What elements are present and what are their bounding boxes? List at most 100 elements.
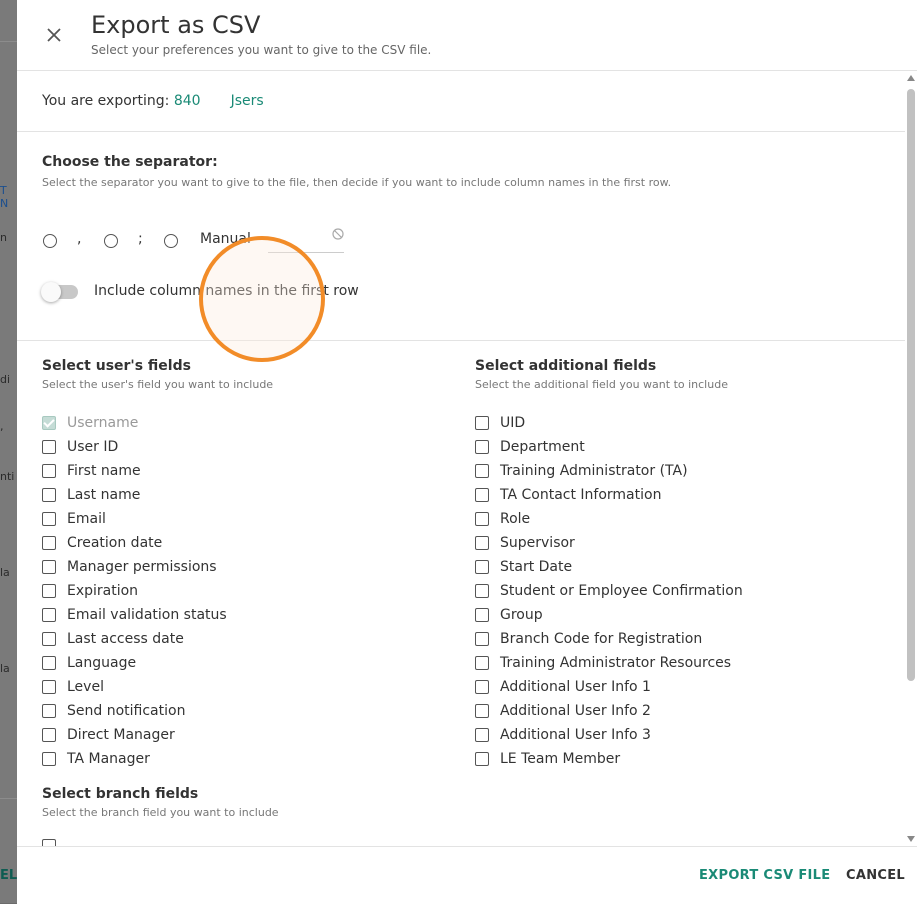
checkbox[interactable]	[475, 704, 489, 718]
user-field-row[interactable]: Language	[42, 653, 136, 673]
clear-icon[interactable]	[332, 228, 344, 240]
checkbox[interactable]	[42, 704, 56, 718]
user-field-row[interactable]: First name	[42, 461, 141, 481]
cancel-button[interactable]: CANCEL	[846, 868, 905, 883]
dialog-footer: EXPORT CSV FILE CANCEL	[17, 846, 917, 904]
scroll-down-icon[interactable]	[907, 836, 915, 842]
radio-comma[interactable]	[43, 234, 57, 248]
checkbox[interactable]	[475, 416, 489, 430]
checkbox[interactable]	[42, 584, 56, 598]
dialog-subtitle: Select your preferences you want to give…	[91, 43, 432, 57]
additional-field-row[interactable]: Training Administrator Resources	[475, 653, 731, 673]
checkbox[interactable]	[42, 488, 56, 502]
bg-fragment: la	[0, 566, 10, 579]
user-fields-subtitle: Select the user's field you want to incl…	[42, 378, 274, 391]
scroll-up-icon[interactable]	[907, 75, 915, 81]
checkbox[interactable]	[475, 464, 489, 478]
checkbox[interactable]	[475, 656, 489, 670]
scrollbar[interactable]	[905, 71, 917, 846]
checkbox[interactable]	[42, 839, 56, 846]
additional-field-row[interactable]: Additional User Info 3	[475, 725, 651, 745]
user-field-row[interactable]: Email validation status	[42, 605, 227, 625]
radio-semicolon[interactable]	[104, 234, 118, 248]
additional-field-label: Department	[500, 439, 585, 455]
user-field-label: Language	[67, 655, 137, 671]
user-fields-title: Select user's fields	[42, 358, 191, 374]
additional-field-row[interactable]: Supervisor	[475, 533, 575, 553]
checkbox[interactable]	[475, 728, 489, 742]
close-button[interactable]	[41, 22, 67, 48]
user-field-label: First name	[67, 463, 141, 479]
radio-manual-label: Manual	[200, 231, 251, 247]
user-field-row[interactable]: Manager permissions	[42, 557, 217, 577]
checkbox[interactable]	[42, 608, 56, 622]
user-field-row[interactable]: Last name	[42, 485, 140, 505]
checkbox[interactable]	[42, 728, 56, 742]
include-column-names-toggle[interactable]	[41, 282, 78, 302]
additional-field-row[interactable]: Department	[475, 437, 585, 457]
user-field-label: Last name	[67, 487, 141, 503]
exporting-count: 840 Jsers	[173, 93, 264, 109]
checkbox[interactable]	[475, 488, 489, 502]
radio-manual[interactable]	[164, 234, 178, 248]
user-field-row[interactable]: Level	[42, 677, 104, 697]
manual-separator-input[interactable]	[268, 222, 344, 253]
additional-field-label: Role	[500, 511, 531, 527]
radio-comma-label: ,	[77, 231, 82, 247]
user-field-row[interactable]: Send notification	[42, 701, 185, 721]
checkbox[interactable]	[42, 632, 56, 646]
user-field-label: Manager permissions	[67, 559, 217, 575]
scrollbar-thumb[interactable]	[907, 89, 915, 681]
checkbox[interactable]	[475, 584, 489, 598]
checkbox[interactable]	[475, 512, 489, 526]
checkbox[interactable]	[475, 536, 489, 550]
additional-field-row[interactable]: TA Contact Information	[475, 485, 661, 505]
checkbox[interactable]	[42, 680, 56, 694]
checkbox[interactable]	[475, 560, 489, 574]
bg-fragment: la	[0, 662, 10, 675]
user-field-row[interactable]: Email	[42, 509, 106, 529]
user-field-row: Username	[42, 413, 138, 433]
checkbox[interactable]	[42, 752, 56, 766]
dialog-body[interactable]: You are exporting: 840 Jsers Choose the s…	[17, 71, 905, 846]
checkbox[interactable]	[42, 440, 56, 454]
checkbox[interactable]	[475, 632, 489, 646]
additional-field-row[interactable]: Training Administrator (TA)	[475, 461, 688, 481]
checkbox[interactable]	[475, 608, 489, 622]
additional-field-label: Additional User Info 3	[500, 727, 651, 743]
checkbox[interactable]	[42, 536, 56, 550]
checkbox[interactable]	[475, 680, 489, 694]
export-csv-button[interactable]: EXPORT CSV FILE	[699, 868, 830, 883]
dialog-header: Export as CSV Select your preferences yo…	[17, 0, 917, 71]
checkbox[interactable]	[42, 464, 56, 478]
bg-fragment: di	[0, 373, 11, 386]
user-field-row[interactable]: TA Manager	[42, 749, 150, 769]
checkbox[interactable]	[42, 656, 56, 670]
user-field-label: Username	[67, 415, 139, 431]
checkbox[interactable]	[475, 752, 489, 766]
additional-field-row[interactable]: Additional User Info 1	[475, 677, 651, 697]
exporting-label: You are exporting:	[42, 93, 174, 109]
user-field-label: Send notification	[67, 703, 186, 719]
additional-field-row[interactable]: Group	[475, 605, 543, 625]
user-field-row[interactable]: Direct Manager	[42, 725, 175, 745]
checkbox[interactable]	[42, 512, 56, 526]
additional-field-row[interactable]: Start Date	[475, 557, 572, 577]
checkbox[interactable]	[42, 560, 56, 574]
additional-field-row[interactable]: Additional User Info 2	[475, 701, 651, 721]
user-field-row[interactable]: Last access date	[42, 629, 184, 649]
additional-field-row[interactable]: Student or Employee Confirmation	[475, 581, 743, 601]
branch-fields-subtitle: Select the branch field you want to incl…	[42, 806, 279, 819]
user-field-row[interactable]: Creation date	[42, 533, 162, 553]
bg-fragment: n	[0, 231, 7, 244]
bg-divider	[0, 798, 17, 799]
checkbox[interactable]	[475, 440, 489, 454]
user-field-row[interactable]: Expiration	[42, 581, 138, 601]
additional-field-row[interactable]: Role	[475, 509, 530, 529]
additional-field-row[interactable]: Branch Code for Registration	[475, 629, 702, 649]
additional-field-row[interactable]: UID	[475, 413, 525, 433]
user-field-row[interactable]: User ID	[42, 437, 118, 457]
additional-field-row[interactable]: LE Team Member	[475, 749, 620, 769]
branch-field-checkbox-row[interactable]	[42, 836, 56, 846]
user-field-label: Direct Manager	[67, 727, 175, 743]
